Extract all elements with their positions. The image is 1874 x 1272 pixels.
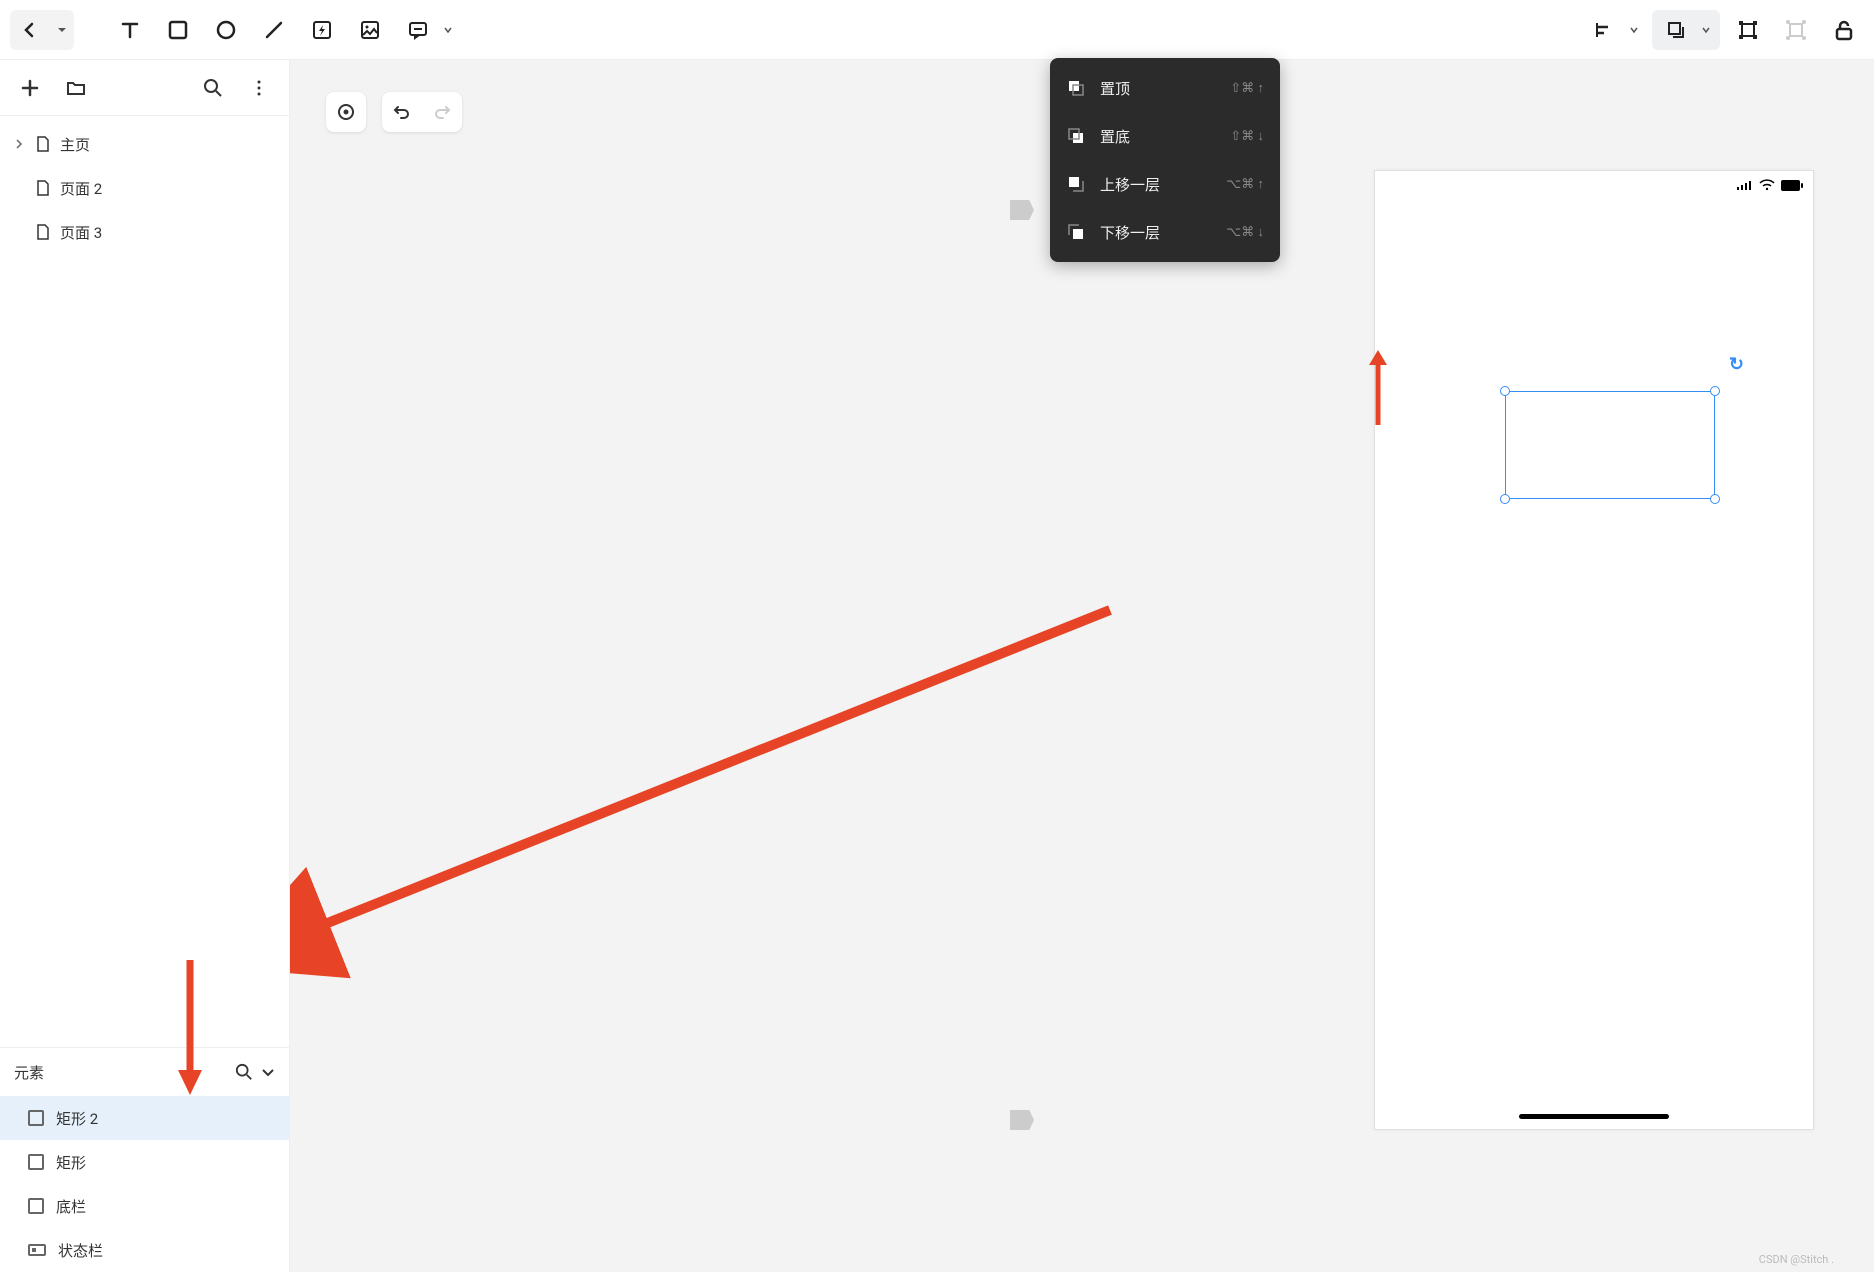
group-tool[interactable] — [1728, 10, 1768, 50]
element-row-statusbar[interactable]: 状态栏 — [0, 1228, 289, 1272]
folder-button[interactable] — [58, 70, 94, 106]
back-group — [10, 10, 74, 50]
device-statusbar — [1375, 171, 1813, 199]
target-button[interactable] — [326, 92, 366, 132]
align-tool-group — [1584, 10, 1644, 50]
move-up-icon — [1066, 174, 1086, 194]
menu-move-down[interactable]: 下移一层 ⌥⌘ ↓ — [1050, 208, 1280, 256]
page-row-2[interactable]: 页面 2 — [0, 166, 289, 210]
home-indicator — [1519, 1114, 1669, 1119]
search-pages-button[interactable] — [195, 70, 231, 106]
align-dropdown[interactable] — [1624, 10, 1644, 50]
canvas-controls — [326, 92, 462, 132]
comment-tool[interactable] — [398, 10, 438, 50]
back-dropdown[interactable] — [50, 10, 74, 50]
resize-handle-ne[interactable] — [1710, 386, 1720, 396]
image-tool[interactable] — [350, 10, 390, 50]
text-tool[interactable] — [110, 10, 150, 50]
rectangle-tool[interactable] — [158, 10, 198, 50]
menu-move-up[interactable]: 上移一层 ⌥⌘ ↑ — [1050, 160, 1280, 208]
comment-dropdown[interactable] — [438, 10, 458, 50]
collapse-elements-button[interactable] — [261, 1065, 275, 1079]
menu-shortcut: ⇧⌘ ↓ — [1230, 128, 1264, 144]
element-label: 状态栏 — [58, 1240, 103, 1261]
layer-tool-group — [1652, 10, 1720, 50]
element-row-bottombar[interactable]: 底栏 — [0, 1184, 289, 1228]
top-toolbar — [0, 0, 1874, 60]
element-row-rect2[interactable]: 矩形 2 — [0, 1096, 289, 1140]
element-label: 底栏 — [56, 1196, 86, 1217]
page-row-3[interactable]: 页面 3 — [0, 210, 289, 254]
left-sidebar: 主页 页面 2 页面 3 元素 矩形 2 — [0, 60, 290, 1272]
comment-tool-group — [398, 10, 458, 50]
rectangle-icon — [28, 1110, 44, 1126]
page-icon — [34, 135, 52, 153]
page-label: 主页 — [60, 134, 90, 155]
send-back-icon — [1066, 126, 1086, 146]
bring-front-icon — [1066, 78, 1086, 98]
menu-shortcut: ⌥⌘ ↓ — [1226, 224, 1264, 240]
rotate-handle[interactable]: ↻ — [1729, 354, 1744, 375]
resize-handle-nw[interactable] — [1500, 386, 1510, 396]
more-button[interactable] — [241, 70, 277, 106]
lock-tool[interactable] — [1824, 10, 1864, 50]
menu-label: 下移一层 — [1100, 222, 1212, 243]
element-row-rect[interactable]: 矩形 — [0, 1140, 289, 1184]
lightning-tool[interactable] — [302, 10, 342, 50]
page-label: 页面 3 — [60, 222, 102, 243]
menu-send-to-back[interactable]: 置底 ⇧⌘ ↓ — [1050, 112, 1280, 160]
device-frame[interactable]: ↻ — [1374, 170, 1814, 1130]
toolbar-right — [1584, 10, 1864, 50]
watermark: CSDN @Stitch . — [1759, 1253, 1834, 1266]
page-icon — [34, 179, 52, 197]
menu-label: 上移一层 — [1100, 174, 1212, 195]
redo-button[interactable] — [422, 92, 462, 132]
rectangle-icon — [28, 1198, 44, 1214]
page-label: 页面 2 — [60, 178, 102, 199]
battery-icon — [1781, 180, 1803, 191]
line-tool[interactable] — [254, 10, 294, 50]
menu-shortcut: ⌥⌘ ↑ — [1226, 176, 1264, 192]
mask-tool[interactable] — [1776, 10, 1816, 50]
layer-dropdown-menu: 置顶 ⇧⌘ ↑ 置底 ⇧⌘ ↓ 上移一层 ⌥⌘ ↑ 下移一层 ⌥⌘ ↓ — [1050, 58, 1280, 262]
sidebar-head — [0, 60, 289, 116]
resize-handle-sw[interactable] — [1500, 494, 1510, 504]
layer-dropdown[interactable] — [1696, 10, 1716, 50]
undo-redo-group — [382, 92, 462, 132]
page-row-home[interactable]: 主页 — [0, 122, 289, 166]
menu-label: 置顶 — [1100, 78, 1216, 99]
page-icon — [34, 223, 52, 241]
statusbar-icon — [28, 1244, 46, 1256]
menu-shortcut: ⇧⌘ ↑ — [1230, 80, 1264, 96]
layer-tool[interactable] — [1656, 10, 1696, 50]
signal-icon — [1737, 180, 1753, 190]
wifi-icon — [1759, 179, 1775, 191]
undo-button[interactable] — [382, 92, 422, 132]
search-elements-button[interactable] — [235, 1063, 253, 1081]
add-page-button[interactable] — [12, 70, 48, 106]
selected-rectangle[interactable]: ↻ — [1505, 391, 1715, 499]
element-label: 矩形 2 — [56, 1108, 98, 1129]
chevron-right-icon — [14, 139, 26, 149]
menu-label: 置底 — [1100, 126, 1216, 147]
element-label: 矩形 — [56, 1152, 86, 1173]
toolbar-left — [10, 10, 458, 50]
pages-list: 主页 页面 2 页面 3 — [0, 116, 289, 260]
elements-panel: 元素 矩形 2 矩形 底栏 状态栏 — [0, 1047, 289, 1272]
align-tool[interactable] — [1584, 10, 1624, 50]
elements-header: 元素 — [0, 1048, 289, 1096]
rectangle-icon — [28, 1154, 44, 1170]
menu-bring-to-front[interactable]: 置顶 ⇧⌘ ↑ — [1050, 64, 1280, 112]
resize-handle-se[interactable] — [1710, 494, 1720, 504]
canvas-tag-bottom — [1010, 1110, 1034, 1130]
back-button[interactable] — [10, 10, 50, 50]
canvas-tag-top — [1010, 200, 1034, 220]
canvas[interactable]: ↻ 置顶 ⇧⌘ ↑ 置底 ⇧⌘ ↓ 上移一层 ⌥⌘ ↑ 下移一层 ⌥⌘ ↓ — [290, 60, 1874, 1272]
move-down-icon — [1066, 222, 1086, 242]
elements-title: 元素 — [14, 1062, 44, 1083]
circle-tool[interactable] — [206, 10, 246, 50]
